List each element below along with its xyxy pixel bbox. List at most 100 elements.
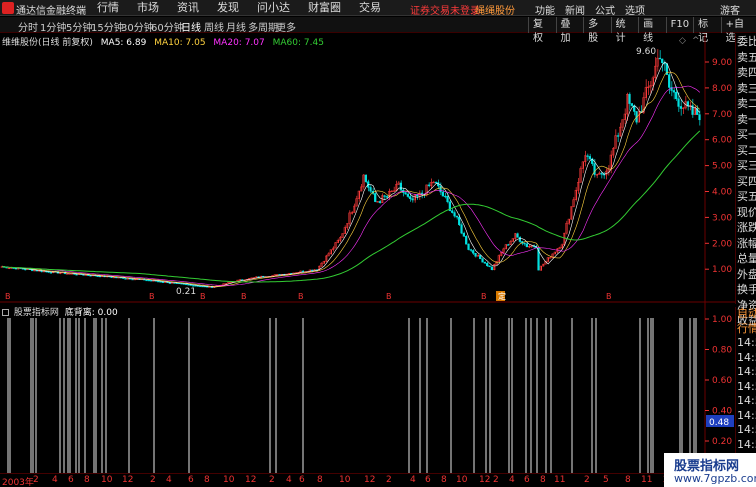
menu-item-wealth[interactable]: 财富圈 — [299, 1, 350, 15]
date-tick: 4 — [410, 475, 416, 485]
signal-marker: B — [149, 292, 155, 301]
candle-body — [161, 281, 164, 283]
date-tick: 2 — [269, 475, 275, 485]
tool-stats[interactable]: 统计 — [610, 17, 639, 44]
high-annotation: 9.60 — [636, 47, 656, 57]
candle-body — [187, 284, 190, 286]
app-logo-icon — [2, 2, 14, 14]
ma20-line — [2, 85, 701, 286]
date-tick: 6 — [188, 475, 194, 485]
tool-draw[interactable]: 画线 — [638, 17, 666, 44]
menu-item-trade[interactable]: 交易 — [350, 1, 390, 15]
menu-item-function[interactable]: 功能 — [530, 2, 560, 17]
indicator-toggle-icon[interactable] — [2, 309, 9, 316]
right-menu: 功能 新闻 公式 选项 — [530, 2, 650, 17]
price-axis: 9.00 8.00 7.00 6.00 5.00 4.00 3.00 2.00 1.00 — [705, 58, 732, 275]
candle-body — [399, 182, 402, 191]
period-30min[interactable]: 30分钟 — [121, 19, 154, 34]
collapse-icon[interactable]: ^ — [692, 36, 700, 46]
candle-body — [616, 135, 619, 137]
period-toolbar: 分时 1分钟 5分钟 15分钟 30分钟 60分钟 日线 周线 月线 多周期 更… — [0, 17, 756, 44]
date-tick: 2 — [584, 475, 590, 485]
period-weekly[interactable]: 周线 — [204, 19, 224, 34]
date-tick: 6 — [425, 475, 431, 485]
indicator-tick: 0.80 — [712, 346, 732, 356]
candle-body — [525, 243, 528, 248]
tick-time: 14:50 — [737, 394, 756, 407]
candle-body — [586, 155, 589, 157]
quote-panel: 委比 卖五 卖四 卖三 卖二 卖一 买一 买二 买三 买四 买五 现价 涨跌 涨幅 总量 外盘 换手 净资 收益 — [735, 34, 756, 327]
quote-field: 买二 — [737, 143, 756, 157]
date-tick: 8 — [84, 475, 90, 485]
candle-body — [157, 280, 160, 283]
date-tick: 2 — [386, 475, 392, 485]
tool-mark[interactable]: 标记 — [693, 17, 721, 44]
tick-time: 14:50 — [737, 423, 756, 436]
candle-body — [404, 192, 407, 195]
candle-body — [406, 193, 409, 197]
candle-body — [455, 215, 458, 218]
indicator-bars — [7, 318, 697, 473]
candle-body — [126, 278, 129, 280]
menu-item-assistant[interactable]: 问小达 — [248, 1, 299, 15]
stock-notice[interactable]: 绳绳股份 — [475, 2, 515, 17]
period-intraday[interactable]: 分时 — [18, 19, 38, 34]
quote-field: 总量 — [737, 252, 756, 265]
candle-body — [385, 196, 388, 198]
candle-body — [661, 58, 664, 64]
date-tick: 2 — [33, 475, 39, 485]
indicator-name: 股票指标网 — [13, 308, 59, 318]
menu-item-quotes[interactable]: 行情 — [88, 1, 128, 15]
price-tick: 4.00 — [712, 188, 732, 198]
tool-adjust[interactable]: 复权 — [528, 17, 556, 44]
candle-body — [490, 266, 493, 271]
watermark: 股票指标网 www.7gpzb.com — [664, 453, 756, 487]
quote-field: 卖二 — [737, 97, 756, 110]
kline-chart[interactable]: 9.00 8.00 7.00 6.00 5.00 4.00 3.00 2.00 1.00 B B B… — [0, 34, 735, 474]
period-15min[interactable]: 15分钟 — [91, 19, 124, 34]
tool-multi[interactable]: 多股 — [583, 17, 611, 44]
period-5min[interactable]: 5分钟 — [66, 19, 92, 34]
date-tick: 4 — [286, 475, 292, 485]
candle-body — [311, 269, 314, 272]
quote-field: 买一 — [737, 128, 756, 141]
period-more[interactable]: 更多 — [276, 19, 296, 34]
menu-item-news[interactable]: 资讯 — [168, 1, 208, 15]
period-1min[interactable]: 1分钟 — [40, 19, 66, 34]
menu-item-formula[interactable]: 公式 — [590, 2, 620, 17]
candle-body — [628, 94, 631, 104]
candle-body — [434, 181, 437, 184]
candle-body — [523, 242, 526, 245]
candle-body — [439, 185, 442, 193]
candle-body — [453, 212, 456, 217]
period-60min[interactable]: 60分钟 — [151, 19, 184, 34]
candle-body — [488, 265, 491, 268]
guest-user[interactable]: 游客 — [720, 2, 740, 17]
period-multi[interactable]: 多周期 — [248, 19, 278, 34]
login-notice[interactable]: 证券交易未登录 — [410, 2, 480, 17]
candle-body — [698, 114, 701, 121]
tool-f10[interactable]: F10 — [665, 17, 693, 33]
candle-body — [409, 196, 412, 200]
ma60-line — [2, 130, 701, 283]
tick-time: 14:50 — [737, 408, 756, 422]
quote-field: 涨跌 — [737, 221, 756, 234]
period-monthly[interactable]: 月线 — [226, 19, 246, 34]
diamond-icon[interactable]: ◇ — [679, 36, 686, 46]
menu-item-news2[interactable]: 新闻 — [560, 2, 590, 17]
date-tick: 6 — [68, 475, 74, 485]
menu-item-discover[interactable]: 发现 — [208, 1, 248, 15]
candle-body — [444, 195, 447, 198]
period-daily[interactable]: 日线 — [181, 19, 201, 34]
menu-item-market[interactable]: 市场 — [128, 1, 168, 15]
date-tick: 4 — [166, 475, 172, 485]
tool-add-watchlist[interactable]: +自选 — [720, 17, 756, 44]
price-tick: 6.00 — [712, 136, 732, 146]
menu-item-options[interactable]: 选项 — [620, 2, 650, 17]
tool-overlay[interactable]: 叠加 — [555, 17, 584, 44]
candle-body — [549, 257, 552, 259]
quote-field: 换手 — [737, 283, 756, 296]
candle-body — [49, 272, 52, 274]
candle-body — [24, 268, 27, 271]
tick-time: 14:50 — [737, 437, 756, 451]
